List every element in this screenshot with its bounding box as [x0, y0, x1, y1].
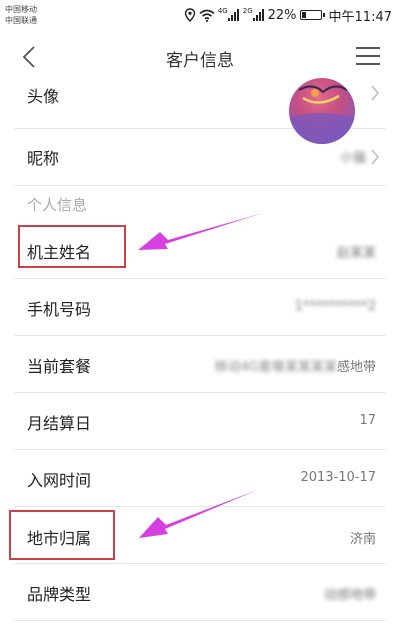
signal-tag-2: 2G: [242, 7, 253, 15]
signal-icon: [227, 9, 239, 21]
battery-percent: 22%: [267, 7, 297, 23]
divider: [14, 185, 386, 186]
plan-label: 当前套餐: [27, 357, 92, 376]
page-title: 客户信息: [166, 51, 234, 71]
join-time-row: 入网时间 2013-10-17: [0, 450, 400, 506]
billing-day-value: 17: [359, 413, 376, 428]
location-icon: [184, 8, 196, 22]
wifi-icon: [199, 9, 215, 22]
join-time-label: 入网时间: [27, 471, 92, 490]
battery-fill: [301, 12, 306, 18]
status-icons: 4G 2G 22% 中午11:47: [184, 6, 392, 25]
carrier-info: 中国移动 中国联通: [5, 4, 37, 26]
annotation-box-owner-name: [18, 225, 126, 268]
phone-row: 手机号码 1**********2: [0, 279, 400, 335]
brand-label: 品牌类型: [27, 585, 92, 604]
battery-icon: [299, 10, 325, 20]
billing-day-row: 月结算日 17: [0, 393, 400, 449]
brand-row: 品牌类型 动感地带: [0, 564, 400, 620]
divider: [14, 620, 386, 621]
carrier-1: 中国移动: [5, 5, 37, 14]
signal-icon: [252, 9, 264, 21]
clock: 中午11:47: [328, 9, 392, 25]
avatar-illustration: [289, 85, 355, 144]
join-time-value: 2013-10-17: [300, 470, 376, 485]
annotation-box-region: [9, 510, 115, 560]
nickname-value: 小猫: [339, 151, 366, 166]
section-personal-info: 个人信息: [27, 196, 88, 214]
nickname-label: 昵称: [27, 149, 60, 168]
carrier-2: 中国联通: [5, 16, 37, 25]
phone-value: 1**********2: [294, 299, 376, 314]
nav-bar: 客户信息: [0, 32, 400, 83]
phone-label: 手机号码: [27, 300, 92, 319]
chevron-right-icon: [371, 85, 379, 101]
plan-value-suffix: 感地带: [336, 360, 376, 375]
avatar-label: 头像: [27, 87, 60, 106]
signal-tag-1: 4G: [217, 7, 228, 15]
status-bar: 中国移动 中国联通 4G 2G 22% 中午11:47: [0, 0, 400, 32]
avatar[interactable]: [289, 78, 355, 144]
plan-value-prefix: 移动4G套餐某某某某: [214, 360, 337, 375]
chevron-right-icon: [371, 149, 379, 165]
plan-row: 当前套餐 移动4G套餐某某某某感地带: [0, 336, 400, 392]
owner-name-value: 赵某某: [336, 246, 376, 261]
brand-value: 动感地带: [323, 588, 376, 603]
billing-day-label: 月结算日: [27, 414, 92, 433]
plan-value: 移动4G套餐某某某某感地带: [215, 356, 376, 375]
hamburger-menu-icon[interactable]: [356, 45, 380, 67]
region-value: 济南: [349, 532, 376, 547]
